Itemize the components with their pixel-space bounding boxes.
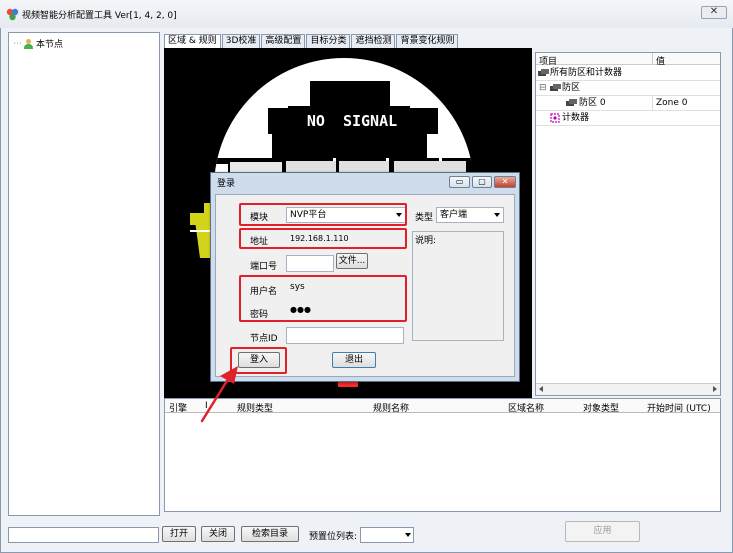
login-dialog-body: 模块 NVP平台 类型 客户端 地址 192.168.1.110 端口号 文件.…: [215, 194, 515, 377]
node-tree[interactable]: ⋯ 本节点: [8, 32, 160, 516]
app-icon: [6, 8, 19, 21]
type-label: 类型: [415, 213, 434, 223]
col-engine[interactable]: 引擎: [169, 401, 187, 414]
node-id-label: 节点ID: [250, 334, 278, 344]
close-button[interactable]: 关闭: [201, 526, 235, 542]
file-button[interactable]: 文件...: [336, 253, 368, 269]
zone-group-icon: [550, 84, 561, 91]
chevron-down-icon: [405, 533, 411, 537]
search-directory-button[interactable]: 检索目录: [241, 526, 299, 542]
counter-icon: [550, 113, 560, 123]
close-icon: ✕: [501, 177, 509, 186]
window-close-button[interactable]: ✕: [701, 6, 727, 19]
scroll-right-icon[interactable]: [713, 386, 717, 392]
preset-label: 预置位列表:: [309, 532, 358, 542]
tree-item-root[interactable]: ⋯ 本节点: [13, 37, 63, 50]
highlight-address: [239, 228, 407, 249]
props-row-all[interactable]: 所有防区和计数器: [536, 66, 720, 81]
col-object-type[interactable]: 对象类型: [583, 401, 619, 414]
col-start-time[interactable]: 开始时间 (UTC): [647, 401, 711, 414]
rules-table[interactable]: 引擎 I 规则类型 规则名称 区域名称 对象类型 开始时间 (UTC): [164, 398, 721, 512]
login-dialog: 登录 ▭ ▢ ✕ 模块 NVP平台 类型 客户端 地址 192.168.1.11…: [210, 172, 520, 382]
path-input[interactable]: [8, 527, 159, 543]
maximize-icon: ▢: [478, 177, 486, 186]
close-icon: ✕: [709, 6, 719, 17]
tab-classification[interactable]: 目标分类: [306, 34, 351, 48]
tab-background-change[interactable]: 背景变化规则: [396, 34, 459, 48]
login-dialog-title: 登录: [217, 179, 236, 189]
preset-select[interactable]: [360, 527, 414, 543]
zone-0-value: Zone 0: [656, 98, 688, 108]
window-title: 视频智能分析配置工具 Ver[1, 4, 2, 0]: [22, 11, 177, 21]
tree-item-label: 本节点: [36, 40, 64, 50]
port-label: 端口号: [250, 262, 278, 272]
tab-occlusion[interactable]: 遮挡检测: [351, 34, 396, 48]
description-box: [412, 231, 504, 341]
props-horizontal-scrollbar[interactable]: [536, 383, 720, 395]
chevron-down-icon: [494, 213, 500, 217]
col-rule-name[interactable]: 规则名称: [373, 401, 409, 414]
properties-panel[interactable]: 项目 值 所有防区和计数器 ⊟ 防区 防区 0 Zone 0 计数器: [535, 52, 721, 396]
highlight-module: [239, 203, 407, 226]
tree-connector: ⋯: [13, 38, 22, 49]
props-row-counters[interactable]: 计数器: [536, 111, 720, 126]
props-row-zones[interactable]: ⊟ 防区: [536, 81, 720, 96]
apply-button[interactable]: 应用: [565, 521, 640, 542]
tab-zones-rules[interactable]: 区域 & 规则: [164, 34, 221, 49]
tab-3d-calibration[interactable]: 3D校准: [221, 34, 261, 48]
col-zone-name[interactable]: 区域名称: [508, 401, 544, 414]
type-select[interactable]: 客户端: [436, 207, 504, 223]
dialog-minimize-button[interactable]: ▭: [449, 176, 470, 188]
config-tabs: 区域 & 规则 3D校准 高级配置 目标分类 遮挡检测 背景变化规则: [164, 34, 459, 49]
rules-table-header: 引擎 I 规则类型 规则名称 区域名称 对象类型 开始时间 (UTC): [165, 399, 720, 414]
user-icon: [24, 38, 33, 49]
dialog-maximize-button[interactable]: ▢: [472, 176, 492, 188]
port-input[interactable]: [286, 255, 334, 272]
node-id-input[interactable]: [286, 327, 404, 344]
annotation-arrow-icon: [200, 366, 238, 423]
zone-icon: [566, 99, 577, 106]
highlight-credentials: [239, 275, 407, 322]
tab-advanced[interactable]: 高级配置: [261, 34, 306, 48]
open-button[interactable]: 打开: [162, 526, 196, 542]
camera-group-icon: [538, 69, 549, 76]
collapse-icon[interactable]: ⊟: [539, 81, 547, 95]
props-row-zone-0[interactable]: 防区 0 Zone 0: [536, 96, 720, 111]
no-signal-text: NO SIGNAL: [307, 112, 397, 130]
minimize-icon: ▭: [455, 177, 464, 186]
exit-button[interactable]: 退出: [332, 352, 376, 368]
scroll-left-icon[interactable]: [539, 386, 543, 392]
props-header: 项目 值: [536, 53, 720, 67]
dialog-close-button[interactable]: ✕: [494, 176, 516, 188]
